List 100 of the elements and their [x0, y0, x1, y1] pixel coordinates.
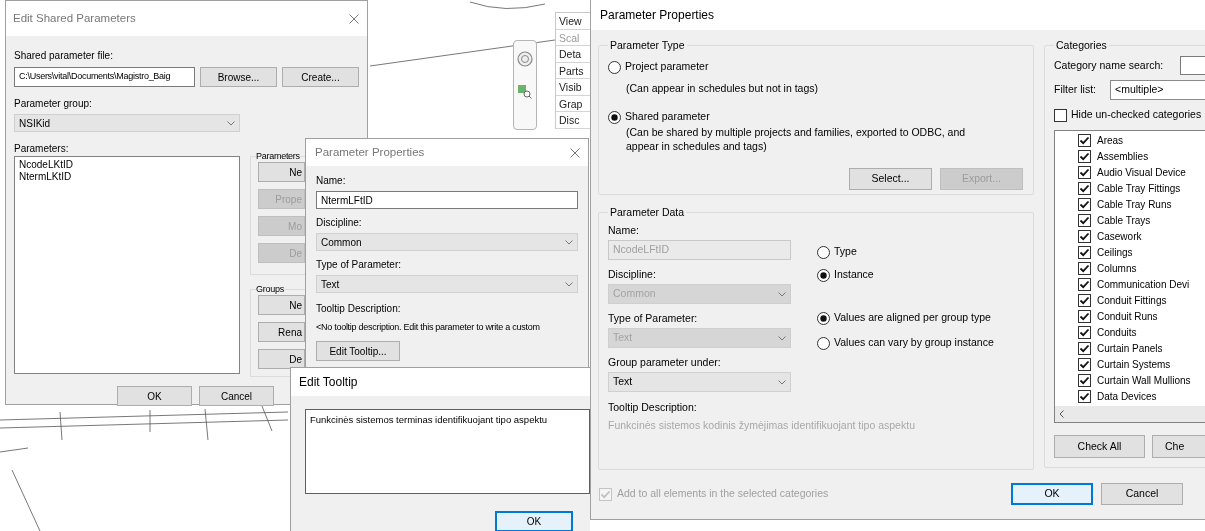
close-icon[interactable]	[349, 13, 359, 24]
button[interactable]: De	[258, 349, 305, 369]
radio-label: Values are aligned per group type	[834, 310, 991, 326]
group-title: Categories	[1055, 39, 1108, 51]
checkbox[interactable]	[1078, 245, 1091, 259]
field-label: Tooltip Description:	[608, 401, 698, 413]
field-label: Group parameter under:	[608, 356, 722, 368]
category-label[interactable]: Curtain Systems	[1097, 356, 1171, 372]
text-field[interactable]: NtermLFtID	[316, 191, 578, 209]
category-label[interactable]: Columns	[1097, 260, 1137, 276]
scroll-left-icon[interactable]	[1059, 410, 1064, 418]
category-label[interactable]: Curtain Wall Mullions	[1097, 372, 1191, 388]
category-label[interactable]: Communication Devi	[1097, 276, 1190, 292]
text-area-field[interactable]: Funkcinės sistemos terminas identifikuojant tipo aspektu	[305, 409, 590, 494]
close-icon[interactable]	[570, 147, 580, 158]
tooltip-description: <No tooltip description. Edit this parameter to write a custom	[316, 321, 540, 333]
category-label[interactable]: Casework	[1097, 228, 1142, 244]
button[interactable]: Rena	[258, 322, 305, 342]
checkbox[interactable]	[1078, 277, 1091, 291]
option-description: (Can be shared by multiple projects and families, exported to ODBC, and	[626, 125, 967, 139]
steering-wheel-icon[interactable]	[517, 51, 533, 67]
category-label[interactable]: Curtain Panels	[1097, 340, 1163, 356]
chevron-down-icon	[565, 239, 573, 245]
field-label: Tooltip Description:	[316, 303, 401, 315]
edit-tooltip-button[interactable]: Edit Tooltip...	[316, 341, 400, 361]
window-title: Edit Tooltip	[299, 374, 358, 391]
dropdown[interactable]: Text	[608, 372, 791, 392]
category-label[interactable]: Cable Tray Runs	[1097, 196, 1172, 212]
option-description: appear in schedules and tags)	[626, 139, 768, 153]
radio-button[interactable]	[817, 311, 830, 325]
cancel-button[interactable]: Cancel	[1101, 483, 1183, 505]
checkbox[interactable]	[1078, 325, 1091, 339]
parameter-group-dropdown[interactable]: NSIKid	[14, 114, 240, 132]
browse-button[interactable]: Browse...	[200, 67, 277, 87]
checkbox[interactable]	[1078, 229, 1091, 243]
radio-button[interactable]	[608, 110, 621, 124]
radio-button[interactable]	[817, 245, 830, 259]
group-title: Parameter Data	[609, 206, 686, 218]
radio-label: Instance	[834, 267, 874, 283]
field-label: Discipline:	[608, 268, 657, 280]
checkbox[interactable]	[1078, 341, 1091, 355]
checkbox[interactable]	[1078, 149, 1091, 163]
category-label[interactable]: Cable Trays	[1097, 212, 1151, 228]
checkbox[interactable]	[1078, 389, 1091, 403]
check-all-button[interactable]: Check All	[1054, 435, 1145, 458]
radio-label: Type	[834, 244, 857, 260]
checkbox[interactable]	[1078, 309, 1091, 323]
checkbox[interactable]	[1078, 357, 1091, 371]
chevron-down-icon	[778, 379, 786, 385]
path-field[interactable]: C:\Users\vital\Documents\Magistro_Baig	[14, 67, 195, 87]
category-label[interactable]: Ceilings	[1097, 244, 1133, 260]
list-item[interactable]: NtermLKtID	[19, 171, 72, 183]
checkbox[interactable]	[1078, 261, 1091, 275]
checkbox[interactable]	[1054, 108, 1067, 122]
checkbox[interactable]	[1078, 213, 1091, 227]
checkbox[interactable]	[1078, 197, 1091, 211]
checkbox[interactable]	[1078, 165, 1091, 179]
ok-button[interactable]: OK	[495, 511, 573, 531]
chevron-down-icon	[565, 281, 573, 287]
category-label[interactable]: Conduit Runs	[1097, 308, 1158, 324]
create-button[interactable]: Create...	[282, 67, 359, 87]
option-description: (Can appear in schedules but not in tags)	[626, 81, 820, 95]
category-label[interactable]: Areas	[1097, 132, 1124, 148]
category-label[interactable]: Conduit Fittings	[1097, 292, 1167, 308]
chevron-down-icon	[227, 120, 235, 126]
group-title: Parameters	[256, 150, 300, 162]
chevron-down-icon	[778, 335, 786, 341]
field-label: Category name search:	[1054, 57, 1165, 73]
field-label: Name:	[608, 224, 640, 236]
tooltip-description: Funkcinės sistemos kodinis žymėjimas identifikuojant tipo aspektu	[608, 419, 916, 431]
category-label[interactable]: Assemblies	[1097, 148, 1149, 164]
horizontal-scrollbar[interactable]	[1055, 406, 1205, 422]
radio-label: Shared parameter	[625, 109, 710, 125]
category-label[interactable]: Conduits	[1097, 324, 1137, 340]
radio-button[interactable]	[608, 60, 621, 74]
button[interactable]: Ne	[258, 295, 305, 315]
checkbox[interactable]	[1078, 181, 1091, 195]
category-label[interactable]: Cable Tray Fittings	[1097, 180, 1181, 196]
zoom-icon[interactable]	[518, 85, 532, 99]
window-title: Parameter Properties	[600, 7, 715, 24]
checkbox[interactable]	[1078, 293, 1091, 307]
category-label[interactable]: Data Devices	[1097, 388, 1157, 404]
checkbox[interactable]	[1078, 133, 1091, 147]
field-label: Shared parameter file:	[14, 50, 113, 62]
category-label[interactable]: Audio Visual Device	[1097, 164, 1186, 180]
button[interactable]: Ne	[258, 162, 305, 182]
filter-dropdown[interactable]: <multiple>	[1110, 80, 1205, 100]
radio-button[interactable]	[817, 336, 830, 350]
ok-button[interactable]: OK	[1011, 483, 1093, 505]
radio-button[interactable]	[817, 268, 830, 282]
select-button[interactable]: Select...	[849, 168, 932, 190]
field-label: Parameters:	[14, 143, 69, 155]
checkbox[interactable]	[1078, 373, 1091, 387]
list-item[interactable]: NcodeLKtID	[19, 159, 73, 171]
cancel-button[interactable]: Cancel	[199, 386, 274, 406]
ok-button[interactable]: OK	[117, 386, 192, 406]
group-title: Parameter Type	[609, 39, 686, 51]
check-none-button[interactable]: Che	[1152, 435, 1205, 458]
dropdown[interactable]: Common	[316, 233, 578, 251]
dropdown[interactable]: Text	[316, 275, 578, 293]
